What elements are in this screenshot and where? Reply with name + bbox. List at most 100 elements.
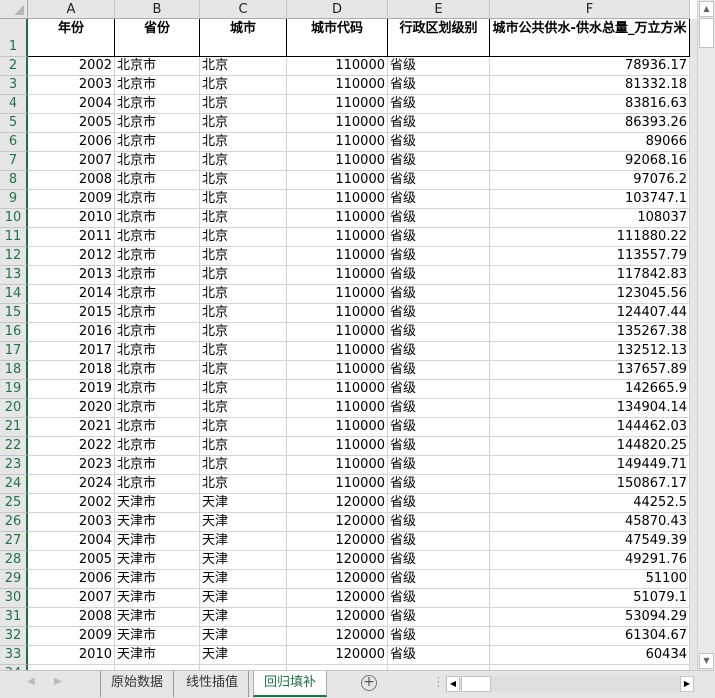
table-cell[interactable]: 北京 (200, 228, 287, 247)
table-cell[interactable]: 110000 (287, 475, 388, 494)
table-cell[interactable]: 124407.44 (490, 304, 690, 323)
table-cell[interactable]: 省级 (388, 361, 490, 380)
tab-sheet-3[interactable]: 回归填补 (253, 671, 328, 697)
table-cell[interactable]: 2008 (28, 171, 115, 190)
table-cell[interactable]: 2009 (28, 627, 115, 646)
table-cell[interactable]: 120000 (287, 589, 388, 608)
table-cell[interactable]: 92068.16 (490, 152, 690, 171)
table-cell[interactable]: 120000 (287, 646, 388, 665)
table-cell[interactable]: 2010 (28, 646, 115, 665)
table-cell[interactable]: 103747.1 (490, 190, 690, 209)
row-header[interactable]: 24 (0, 475, 28, 494)
table-cell[interactable]: 2006 (28, 133, 115, 152)
table-cell[interactable]: 北京 (200, 456, 287, 475)
splitter-handle[interactable]: ⋮ (432, 675, 445, 690)
vertical-scrollbar[interactable]: ▲ ▼ (697, 0, 715, 670)
table-cell[interactable]: 110000 (287, 114, 388, 133)
table-cell[interactable]: 天津市 (115, 494, 200, 513)
row-header[interactable]: 32 (0, 627, 28, 646)
table-cell[interactable]: 北京 (200, 247, 287, 266)
table-cell[interactable]: 天津 (200, 608, 287, 627)
table-cell[interactable]: 110000 (287, 380, 388, 399)
row-header[interactable]: 21 (0, 418, 28, 437)
next-sheet-icon[interactable]: ▶ (54, 676, 62, 687)
row-header[interactable]: 22 (0, 437, 28, 456)
header-cell[interactable]: 年份 (28, 19, 115, 57)
table-cell[interactable]: 2003 (28, 513, 115, 532)
table-cell[interactable]: 120000 (287, 513, 388, 532)
row-header[interactable]: 31 (0, 608, 28, 627)
row-header[interactable]: 17 (0, 342, 28, 361)
table-cell[interactable]: 省级 (388, 152, 490, 171)
table-cell[interactable]: 省级 (388, 570, 490, 589)
table-cell[interactable]: 省级 (388, 228, 490, 247)
table-cell[interactable]: 2007 (28, 589, 115, 608)
table-cell[interactable]: 2007 (28, 152, 115, 171)
table-cell[interactable]: 2013 (28, 266, 115, 285)
row-header[interactable]: 8 (0, 171, 28, 190)
table-cell[interactable]: 天津 (200, 532, 287, 551)
column-header-d[interactable]: D (287, 0, 388, 19)
row-header[interactable]: 11 (0, 228, 28, 247)
table-cell[interactable]: 149449.71 (490, 456, 690, 475)
table-cell[interactable]: 天津 (200, 646, 287, 665)
row-header[interactable]: 4 (0, 95, 28, 114)
row-header[interactable]: 30 (0, 589, 28, 608)
table-cell[interactable]: 省级 (388, 380, 490, 399)
table-cell[interactable]: 110000 (287, 361, 388, 380)
row-header[interactable]: 25 (0, 494, 28, 513)
table-cell[interactable]: 北京 (200, 304, 287, 323)
row-header[interactable]: 28 (0, 551, 28, 570)
table-cell[interactable]: 120000 (287, 570, 388, 589)
row-header[interactable]: 33 (0, 646, 28, 665)
row-header[interactable]: 3 (0, 76, 28, 95)
table-cell[interactable]: 2006 (28, 570, 115, 589)
header-cell[interactable]: 城市 (200, 19, 287, 57)
table-cell[interactable]: 78936.17 (490, 57, 690, 76)
scroll-thumb[interactable] (699, 18, 714, 48)
table-cell[interactable]: 北京 (200, 152, 287, 171)
table-cell[interactable]: 省级 (388, 323, 490, 342)
table-cell[interactable]: 北京市 (115, 57, 200, 76)
table-cell[interactable]: 110000 (287, 152, 388, 171)
scroll-up-icon[interactable]: ▲ (699, 1, 714, 17)
table-cell[interactable]: 120000 (287, 627, 388, 646)
table-cell[interactable]: 北京市 (115, 342, 200, 361)
table-cell[interactable]: 44252.5 (490, 494, 690, 513)
table-cell[interactable]: 省级 (388, 76, 490, 95)
table-cell[interactable]: 北京市 (115, 285, 200, 304)
row-header[interactable]: 6 (0, 133, 28, 152)
table-cell[interactable]: 北京 (200, 361, 287, 380)
table-cell[interactable]: 北京 (200, 190, 287, 209)
header-cell[interactable]: 行政区划级别 (388, 19, 490, 57)
table-cell[interactable]: 51079.1 (490, 589, 690, 608)
row-header[interactable]: 23 (0, 456, 28, 475)
row-header[interactable]: 20 (0, 399, 28, 418)
row-header[interactable]: 26 (0, 513, 28, 532)
table-cell[interactable]: 天津市 (115, 551, 200, 570)
table-cell[interactable]: 110000 (287, 57, 388, 76)
table-cell[interactable]: 2010 (28, 209, 115, 228)
table-cell[interactable]: 省级 (388, 437, 490, 456)
table-cell[interactable]: 省级 (388, 418, 490, 437)
table-cell[interactable]: 150867.17 (490, 475, 690, 494)
column-header-b[interactable]: B (115, 0, 200, 19)
table-cell[interactable]: 北京市 (115, 114, 200, 133)
table-cell[interactable]: 110000 (287, 95, 388, 114)
table-cell[interactable]: 110000 (287, 190, 388, 209)
table-cell[interactable]: 北京 (200, 266, 287, 285)
table-cell[interactable]: 60434 (490, 646, 690, 665)
table-cell[interactable]: 49291.76 (490, 551, 690, 570)
table-cell[interactable]: 北京市 (115, 76, 200, 95)
header-cell[interactable]: 城市代码 (287, 19, 388, 57)
table-cell[interactable]: 110000 (287, 247, 388, 266)
table-cell[interactable]: 120000 (287, 551, 388, 570)
tab-sheet-2[interactable]: 线性插值 (176, 671, 250, 697)
row-header[interactable]: 27 (0, 532, 28, 551)
table-cell[interactable]: 113557.79 (490, 247, 690, 266)
table-cell[interactable]: 135267.38 (490, 323, 690, 342)
table-cell[interactable]: 北京市 (115, 152, 200, 171)
table-cell[interactable]: 89066 (490, 133, 690, 152)
table-cell[interactable]: 省级 (388, 475, 490, 494)
table-cell[interactable]: 省级 (388, 247, 490, 266)
